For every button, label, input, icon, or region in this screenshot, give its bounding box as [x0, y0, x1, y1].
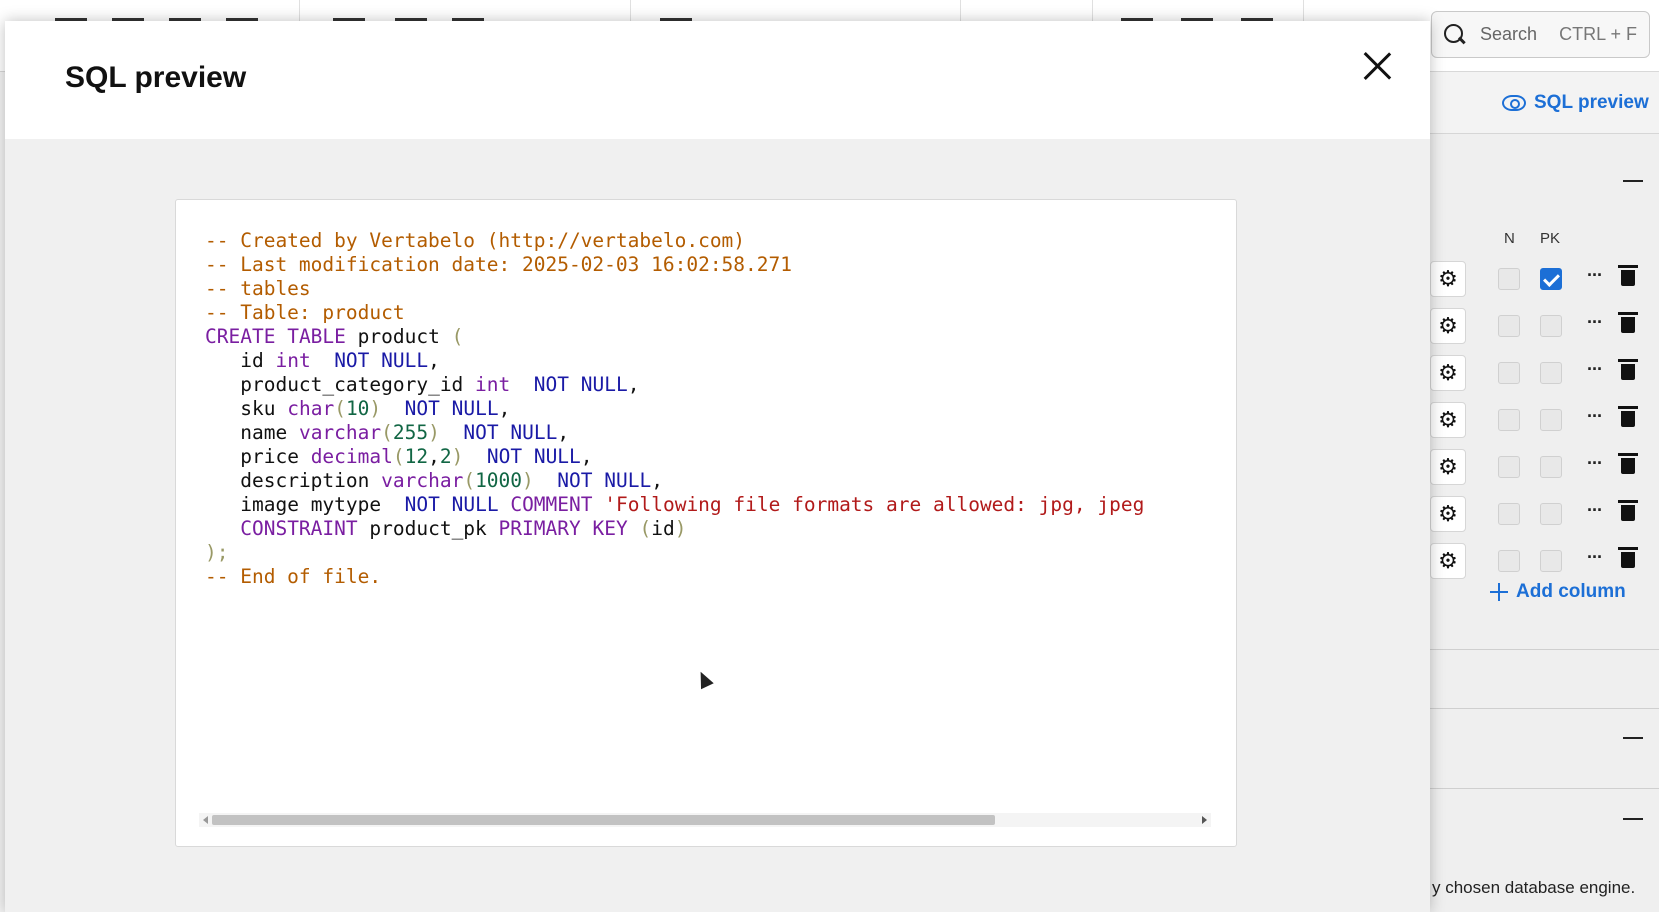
engine-note: y chosen database engine.: [1432, 878, 1636, 897]
trash-icon[interactable]: [1618, 406, 1638, 427]
nullable-checkbox[interactable]: [1498, 362, 1520, 384]
scrollbar-thumb[interactable]: [212, 815, 995, 825]
more-icon[interactable]: ···: [1587, 547, 1603, 568]
sql-line: -- End of file.: [205, 565, 382, 588]
modal-header: SQL preview: [5, 21, 1430, 139]
gear-icon[interactable]: ⚙: [1430, 496, 1466, 532]
trash-icon[interactable]: [1618, 500, 1638, 521]
pk-checkbox[interactable]: [1540, 503, 1562, 525]
pk-checkbox[interactable]: [1540, 268, 1562, 290]
more-icon[interactable]: ···: [1587, 406, 1603, 427]
sql-line: id int NOT NULL,: [240, 349, 440, 372]
nullable-checkbox[interactable]: [1498, 409, 1520, 431]
gear-icon[interactable]: ⚙: [1430, 355, 1466, 391]
nullable-checkbox[interactable]: [1498, 503, 1520, 525]
gear-icon[interactable]: ⚙: [1430, 543, 1466, 579]
trash-icon[interactable]: [1618, 453, 1638, 474]
panel-divider: [1430, 788, 1659, 789]
search-icon: [1444, 23, 1466, 46]
pk-checkbox[interactable]: [1540, 456, 1562, 478]
nullable-checkbox[interactable]: [1498, 456, 1520, 478]
properties-panel: SQL preview N PK ⚙ ··· ⚙ ··· ⚙ ··· ⚙ ···…: [1430, 72, 1659, 912]
panel-divider: [1430, 708, 1659, 709]
panel-header: SQL preview: [1430, 72, 1659, 134]
column-header-pk: PK: [1540, 230, 1561, 247]
scroll-right-arrow-icon[interactable]: [1202, 816, 1207, 824]
nullable-checkbox[interactable]: [1498, 550, 1520, 572]
eye-icon: [1502, 95, 1526, 111]
sql-line: -- Table: product: [205, 301, 405, 324]
add-column-label: Add column: [1516, 581, 1626, 602]
modal-title: SQL preview: [65, 61, 247, 94]
sql-line: CREATE TABLE product (: [205, 325, 464, 348]
sql-code-area[interactable]: -- Created by Vertabelo (http://vertabel…: [205, 229, 1208, 789]
column-row: ⚙ ···: [1430, 496, 1659, 532]
close-icon[interactable]: [1362, 51, 1392, 81]
more-icon[interactable]: ···: [1587, 453, 1603, 474]
trash-icon[interactable]: [1618, 265, 1638, 286]
search-placeholder: Search: [1480, 24, 1538, 44]
pk-checkbox[interactable]: [1540, 362, 1562, 384]
more-icon[interactable]: ···: [1587, 500, 1603, 521]
nullable-checkbox[interactable]: [1498, 268, 1520, 290]
scroll-left-arrow-icon[interactable]: [203, 816, 208, 824]
plus-icon: [1490, 583, 1508, 601]
nullable-checkbox[interactable]: [1498, 315, 1520, 337]
sql-line: image mytype NOT NULL COMMENT 'Following…: [240, 493, 1145, 516]
gear-icon[interactable]: ⚙: [1430, 402, 1466, 438]
search-input[interactable]: Search CTRL + F: [1431, 11, 1650, 58]
sql-line: description varchar(1000) NOT NULL,: [240, 469, 663, 492]
sql-line: -- Last modification date: 2025-02-03 16…: [205, 253, 792, 276]
add-column-button[interactable]: Add column: [1490, 581, 1626, 603]
sql-line: name varchar(255) NOT NULL,: [240, 421, 570, 444]
gear-icon[interactable]: ⚙: [1430, 449, 1466, 485]
column-row: ⚙ ···: [1430, 402, 1659, 438]
gear-icon[interactable]: ⚙: [1430, 308, 1466, 344]
panel-divider: [1430, 649, 1659, 650]
more-icon[interactable]: ···: [1587, 312, 1603, 333]
pk-checkbox[interactable]: [1540, 315, 1562, 337]
sql-line: -- tables: [205, 277, 311, 300]
column-row: ⚙ ···: [1430, 449, 1659, 485]
collapse-icon[interactable]: [1623, 737, 1643, 739]
pk-checkbox[interactable]: [1540, 550, 1562, 572]
sql-code-viewer[interactable]: -- Created by Vertabelo (http://vertabel…: [175, 199, 1237, 847]
column-row: ⚙ ···: [1430, 355, 1659, 391]
sql-line: sku char(10) NOT NULL,: [240, 397, 511, 420]
gear-icon[interactable]: ⚙: [1430, 261, 1466, 297]
trash-icon[interactable]: [1618, 312, 1638, 333]
column-row: ⚙ ···: [1430, 543, 1659, 579]
column-row: ⚙ ···: [1430, 308, 1659, 344]
sql-preview-modal: SQL preview -- Created by Vertabelo (htt…: [5, 21, 1430, 912]
sql-preview-link-label: SQL preview: [1534, 92, 1649, 113]
trash-icon[interactable]: [1618, 359, 1638, 380]
more-icon[interactable]: ···: [1587, 359, 1603, 380]
sql-line: CONSTRAINT product_pk PRIMARY KEY (id): [240, 517, 687, 540]
trash-icon[interactable]: [1618, 547, 1638, 568]
search-shortcut: CTRL + F: [1559, 24, 1637, 44]
sql-line: product_category_id int NOT NULL,: [240, 373, 640, 396]
more-icon[interactable]: ···: [1587, 265, 1603, 286]
sql-line: -- Created by Vertabelo (http://vertabel…: [205, 229, 746, 252]
column-row: ⚙ ···: [1430, 261, 1659, 297]
sql-line: price decimal(12,2) NOT NULL,: [240, 445, 593, 468]
horizontal-scrollbar[interactable]: [199, 813, 1211, 827]
collapse-icon[interactable]: [1623, 818, 1643, 820]
collapse-icon[interactable]: [1623, 180, 1643, 182]
column-header-n: N: [1504, 230, 1515, 247]
sql-preview-link[interactable]: SQL preview: [1502, 92, 1649, 114]
sql-line: );: [205, 541, 229, 564]
pk-checkbox[interactable]: [1540, 409, 1562, 431]
